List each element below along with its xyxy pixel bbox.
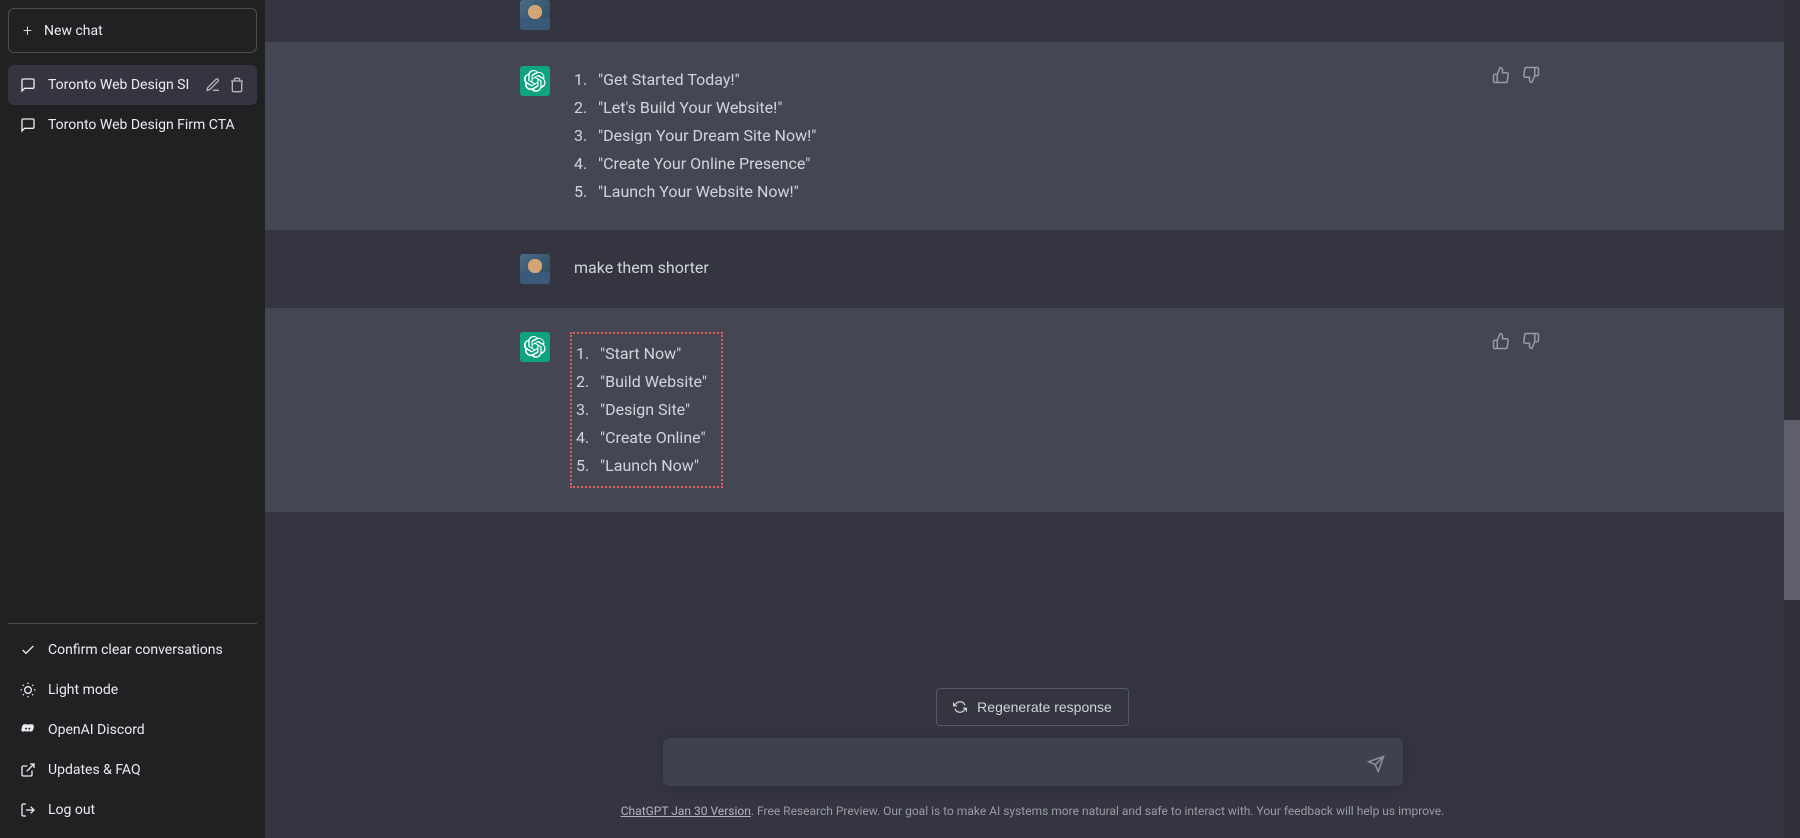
list-item: "Start Now" (576, 340, 707, 368)
assistant-message: "Start Now" "Build Website" "Design Site… (265, 308, 1800, 512)
list-item: "Build Website" (576, 368, 707, 396)
sidebar-bottom-menu: Confirm clear conversations Light mode O… (8, 623, 257, 830)
list-item: "Create Your Online Presence" (574, 150, 1800, 178)
scrollbar-track[interactable] (1784, 0, 1800, 838)
chat-icon (20, 77, 36, 93)
response-list: "Start Now" "Build Website" "Design Site… (576, 340, 707, 480)
list-item: "Launch Your Website Now!" (574, 178, 1800, 206)
external-link-icon (20, 762, 36, 778)
conversation-title: Toronto Web Design SI (48, 77, 193, 93)
conversation-item[interactable]: Toronto Web Design Firm CTA (8, 105, 257, 145)
feedback-buttons (1492, 66, 1540, 84)
thumbs-up-icon[interactable] (1492, 66, 1510, 84)
new-chat-button[interactable]: + New chat (8, 8, 257, 53)
main-area: "Get Started Today!" "Let's Build Your W… (265, 0, 1800, 838)
thumbs-down-icon[interactable] (1522, 332, 1540, 350)
discord-icon (20, 722, 36, 738)
sun-icon (20, 682, 36, 698)
list-item: "Launch Now" (576, 452, 707, 480)
conversation-item[interactable]: Toronto Web Design SI (8, 65, 257, 105)
delete-icon[interactable] (229, 77, 245, 93)
regenerate-label: Regenerate response (977, 699, 1112, 715)
confirm-clear-button[interactable]: Confirm clear conversations (8, 630, 257, 670)
footer-disclaimer: . Free Research Preview. Our goal is to … (751, 804, 1444, 818)
edit-icon[interactable] (205, 77, 221, 93)
plus-icon: + (23, 21, 32, 40)
list-item: "Design Site" (576, 396, 707, 424)
list-item: "Create Online" (576, 424, 707, 452)
assistant-message: "Get Started Today!" "Let's Build Your W… (265, 42, 1800, 230)
refresh-icon (953, 700, 967, 714)
list-item: "Design Your Dream Site Now!" (574, 122, 1800, 150)
light-mode-button[interactable]: Light mode (8, 670, 257, 710)
user-message: make them shorter (265, 230, 1800, 308)
sidebar: + New chat Toronto Web Design SI Toronto… (0, 0, 265, 838)
conversations-list: Toronto Web Design SI Toronto Web Design… (8, 65, 257, 623)
user-avatar (520, 0, 550, 30)
light-mode-label: Light mode (48, 682, 118, 698)
new-chat-label: New chat (44, 23, 103, 39)
bot-avatar (520, 66, 550, 96)
message-content: make them shorter (574, 254, 1800, 284)
logout-label: Log out (48, 802, 95, 818)
confirm-clear-label: Confirm clear conversations (48, 642, 223, 658)
chat-area: "Get Started Today!" "Let's Build Your W… (265, 0, 1800, 676)
thumbs-up-icon[interactable] (1492, 332, 1510, 350)
highlight-annotation: "Start Now" "Build Website" "Design Site… (570, 332, 723, 488)
bot-avatar (520, 332, 550, 362)
discord-label: OpenAI Discord (48, 722, 145, 738)
thumbs-down-icon[interactable] (1522, 66, 1540, 84)
message-content: "Start Now" "Build Website" "Design Site… (574, 332, 1800, 488)
version-link[interactable]: ChatGPT Jan 30 Version (621, 804, 751, 818)
message-input[interactable] (663, 738, 1403, 786)
footer-text: ChatGPT Jan 30 Version. Free Research Pr… (265, 804, 1800, 818)
updates-faq-button[interactable]: Updates & FAQ (8, 750, 257, 790)
conversation-actions (205, 77, 245, 93)
user-message-partial (265, 0, 1800, 42)
response-list: "Get Started Today!" "Let's Build Your W… (574, 66, 1800, 206)
chat-icon (20, 117, 36, 133)
scrollbar-thumb[interactable] (1784, 420, 1800, 600)
user-avatar (520, 254, 550, 284)
regenerate-button[interactable]: Regenerate response (936, 688, 1129, 726)
check-icon (20, 642, 36, 658)
discord-button[interactable]: OpenAI Discord (8, 710, 257, 750)
send-button[interactable] (1363, 751, 1389, 777)
logout-icon (20, 802, 36, 818)
message-content: "Get Started Today!" "Let's Build Your W… (574, 66, 1800, 206)
list-item: "Get Started Today!" (574, 66, 1800, 94)
bottom-section: Regenerate response ChatGPT Jan 30 Versi… (265, 676, 1800, 838)
list-item: "Let's Build Your Website!" (574, 94, 1800, 122)
logout-button[interactable]: Log out (8, 790, 257, 830)
conversation-title: Toronto Web Design Firm CTA (48, 117, 245, 133)
feedback-buttons (1492, 332, 1540, 350)
updates-faq-label: Updates & FAQ (48, 762, 141, 778)
